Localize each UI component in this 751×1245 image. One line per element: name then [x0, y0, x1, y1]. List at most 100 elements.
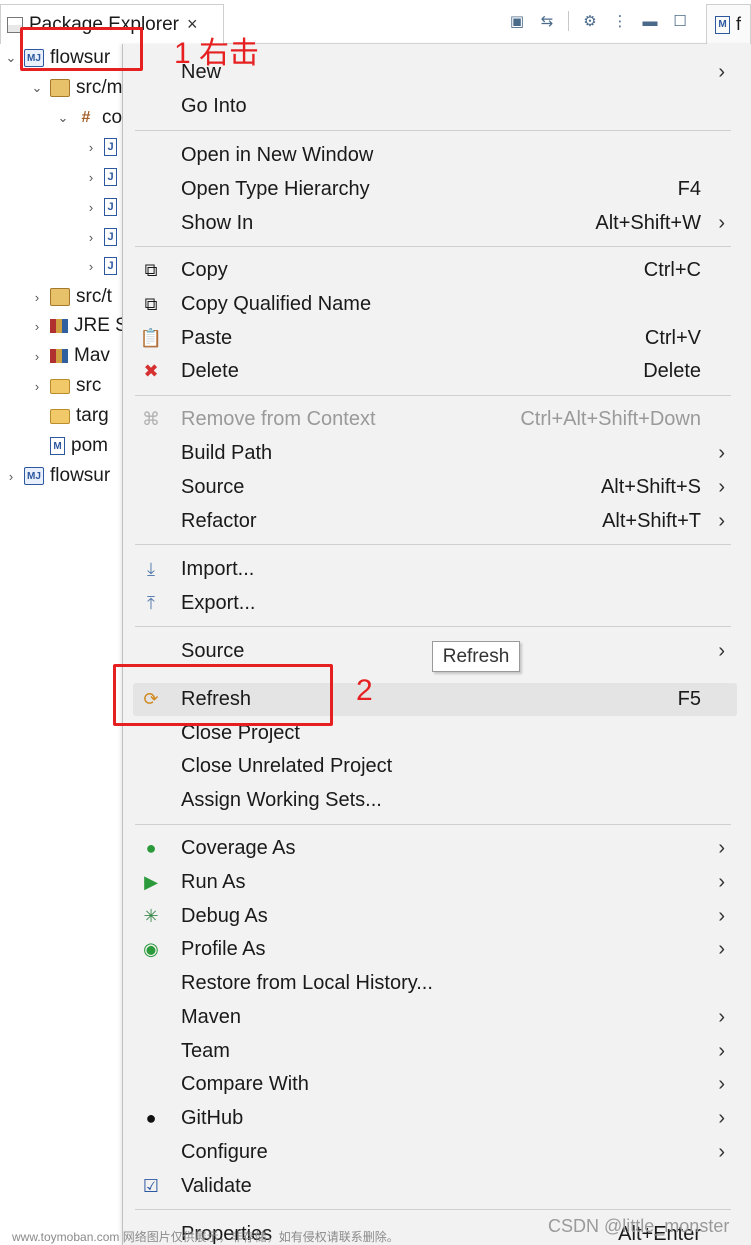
java-file-icon: J	[104, 198, 117, 216]
github-icon: ●	[145, 1108, 157, 1128]
chevron-down-icon[interactable]: ⌄	[4, 50, 18, 66]
menu-item-restore-local-history[interactable]: Restore from Local History...	[133, 967, 737, 1000]
menu-item-close-unrelated-project[interactable]: Close Unrelated Project	[133, 750, 737, 783]
library-icon	[50, 349, 68, 363]
menu-item-debug-as[interactable]: ✳ Debug As ›	[133, 900, 737, 933]
tree-item-maven[interactable]: › Mav	[30, 342, 110, 370]
menu-item-show-in[interactable]: Show In Alt+Shift+W ›	[133, 207, 737, 240]
menu-item-assign-working-sets[interactable]: Assign Working Sets...	[133, 784, 737, 817]
filter-icon[interactable]: ⚙	[581, 12, 599, 30]
menu-item-validate[interactable]: ☑ Validate	[133, 1170, 737, 1203]
tree-item-java-file[interactable]: › J	[84, 193, 123, 221]
menu-item-configure[interactable]: Configure ›	[133, 1136, 737, 1169]
chevron-right-icon[interactable]: ›	[84, 230, 98, 245]
chevron-right-icon[interactable]: ›	[84, 200, 98, 215]
annotation-box-project	[20, 27, 143, 71]
menu-item-maven[interactable]: Maven ›	[133, 1001, 737, 1034]
menu-item-open-type-hierarchy[interactable]: Open Type Hierarchy F4	[133, 173, 737, 206]
chevron-right-icon[interactable]: ›	[30, 349, 44, 364]
menu-item-export[interactable]: ⤒ Export...	[133, 587, 737, 620]
tree-item-java-file[interactable]: › J	[84, 163, 123, 191]
chevron-right-icon: ›	[718, 61, 725, 83]
project2-label: flowsur	[50, 465, 111, 486]
tree-item-java-file[interactable]: › J	[84, 223, 123, 251]
collapse-all-icon[interactable]: ▣	[508, 12, 526, 30]
menu-item-refactor[interactable]: Refactor Alt+Shift+T ›	[133, 505, 737, 538]
annotation-step2: 2	[356, 674, 373, 707]
delete-icon: ✖	[143, 361, 159, 381]
chevron-right-icon: ›	[718, 640, 725, 662]
view-menu-icon[interactable]: ⋮	[611, 12, 629, 30]
checkbox-checked-icon: ☑	[142, 1176, 160, 1196]
java-file-icon: J	[104, 228, 117, 246]
menu-item-paste[interactable]: 📋 Paste Ctrl+V	[133, 322, 737, 355]
java-file-icon: J	[104, 138, 117, 156]
chevron-right-icon[interactable]: ›	[30, 379, 44, 394]
copy-icon: ⧉	[144, 260, 158, 280]
profile-icon: ◉	[143, 939, 159, 959]
chevron-down-icon[interactable]: ⌄	[30, 80, 44, 96]
tab-editor-partial[interactable]: M f	[706, 4, 751, 44]
chevron-right-icon: ›	[718, 1006, 725, 1028]
chevron-right-icon[interactable]: ›	[84, 140, 98, 155]
chevron-right-icon: ›	[718, 1073, 725, 1095]
menu-item-import[interactable]: ⤓ Import...	[133, 553, 737, 586]
tree-item-jre[interactable]: › JRE S	[30, 312, 128, 340]
menu-separator	[135, 626, 731, 627]
menu-item-build-path[interactable]: Build Path ›	[133, 437, 737, 470]
src-label: src	[76, 375, 102, 396]
java-project-icon: MJ	[24, 467, 44, 485]
chevron-down-icon[interactable]: ⌄	[56, 110, 70, 126]
menu-separator	[135, 130, 731, 131]
chevron-right-icon[interactable]: ›	[84, 259, 98, 274]
tree-item-src[interactable]: › src	[30, 372, 102, 400]
chevron-right-icon[interactable]: ›	[30, 319, 44, 334]
chevron-right-icon: ›	[718, 510, 725, 532]
menu-item-delete[interactable]: ✖ Delete Delete	[133, 355, 737, 388]
maximize-icon[interactable]: ☐	[671, 12, 689, 30]
source-folder-icon	[50, 79, 70, 97]
tree-item-src-test[interactable]: › src/t	[30, 283, 112, 311]
tree-item-package[interactable]: ⌄ # co	[56, 104, 123, 132]
maven-pom-icon: M	[50, 437, 65, 455]
menu-item-run-as[interactable]: ▶ Run As ›	[133, 866, 737, 899]
chevron-right-icon: ›	[718, 837, 725, 859]
paste-icon: 📋	[139, 328, 163, 348]
tree-item-target[interactable]: targ	[30, 402, 109, 430]
folder-icon	[50, 378, 70, 394]
tree-item-src-main[interactable]: ⌄ src/m	[30, 74, 123, 102]
annotation-step1: 1 右击	[174, 37, 260, 70]
chevron-right-icon: ›	[718, 1107, 725, 1129]
menu-item-coverage-as[interactable]: ● Coverage As ›	[133, 832, 737, 865]
chevron-right-icon[interactable]: ›	[4, 469, 18, 484]
annotation-box-refresh	[113, 664, 333, 726]
menu-item-copy[interactable]: ⧉ Copy Ctrl+C	[133, 254, 737, 287]
debug-icon: ✳	[143, 906, 159, 926]
menu-item-team[interactable]: Team ›	[133, 1035, 737, 1068]
tree-item-pom[interactable]: M pom	[30, 432, 108, 460]
menu-item-profile-as[interactable]: ◉ Profile As ›	[133, 933, 737, 966]
jre-label: JRE S	[74, 315, 128, 336]
chevron-right-icon: ›	[718, 442, 725, 464]
link-with-editor-icon[interactable]: ⇆	[538, 12, 556, 30]
menu-separator	[135, 246, 731, 247]
menu-item-go-into[interactable]: Go Into	[133, 90, 737, 123]
menu-item-source[interactable]: Source Alt+Shift+S ›	[133, 471, 737, 504]
menu-item-copy-qualified-name[interactable]: ⧉ Copy Qualified Name	[133, 288, 737, 321]
source-folder-icon	[50, 288, 70, 306]
menu-item-remove-from-context: ⌘ Remove from Context Ctrl+Alt+Shift+Dow…	[133, 403, 737, 436]
tree-item-java-file[interactable]: › J	[84, 252, 123, 280]
maven-label: Mav	[74, 345, 110, 366]
chevron-right-icon[interactable]: ›	[30, 290, 44, 305]
tree-item-project2[interactable]: › MJ flowsur	[4, 462, 110, 490]
menu-item-github[interactable]: ● GitHub ›	[133, 1102, 737, 1135]
chevron-right-icon: ›	[718, 871, 725, 893]
menu-item-open-new-window[interactable]: Open in New Window	[133, 139, 737, 172]
watermark-left: www.toymoban.com 网络图片仅供展示，非存储，如有侵权请联系删除。	[12, 1230, 399, 1244]
package-icon: #	[81, 109, 91, 126]
menu-item-compare-with[interactable]: Compare With ›	[133, 1068, 737, 1101]
chevron-right-icon[interactable]: ›	[84, 170, 98, 185]
tree-item-java-file[interactable]: › J	[84, 133, 123, 161]
minimize-icon[interactable]: ▬	[641, 12, 659, 30]
menu-separator	[135, 395, 731, 396]
